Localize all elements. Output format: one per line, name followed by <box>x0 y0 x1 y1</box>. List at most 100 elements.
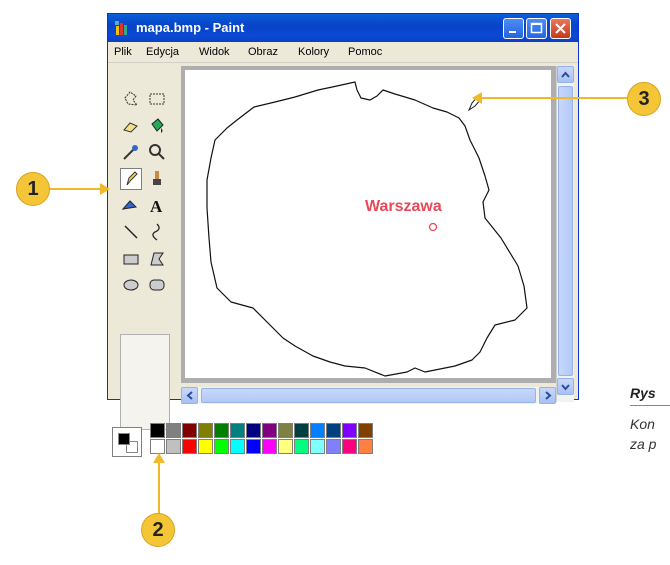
tool-options-box[interactable] <box>120 334 170 430</box>
menu-edycja[interactable]: Edycja <box>146 46 179 58</box>
magnifier-icon <box>149 144 165 160</box>
city-label-warszawa: Warszawa <box>365 198 442 215</box>
palette-swatch[interactable] <box>182 423 197 438</box>
palette-swatch[interactable] <box>166 423 181 438</box>
svg-text:A: A <box>150 197 163 216</box>
menu-pomoc[interactable]: Pomoc <box>348 46 382 58</box>
close-button[interactable] <box>550 18 571 39</box>
palette-swatch[interactable] <box>342 423 357 438</box>
caption-line-1: Kon <box>630 416 655 432</box>
maximize-button[interactable] <box>526 18 547 39</box>
palette-swatch[interactable] <box>198 439 213 454</box>
palette-swatch[interactable] <box>230 439 245 454</box>
free-select-icon <box>124 91 139 106</box>
tool-text[interactable]: A <box>146 195 168 217</box>
palette-swatch[interactable] <box>326 439 341 454</box>
tool-free-select[interactable] <box>120 88 142 110</box>
horizontal-scrollbar[interactable] <box>181 387 556 404</box>
palette-swatch[interactable] <box>166 439 181 454</box>
tool-eraser[interactable] <box>120 115 142 137</box>
color-picker-icon <box>123 145 138 160</box>
tool-color-picker[interactable] <box>120 141 142 163</box>
chevron-right-icon <box>545 391 552 400</box>
chevron-left-icon <box>186 391 193 400</box>
rect-select-icon <box>149 93 165 105</box>
tool-pencil[interactable] <box>120 168 142 190</box>
palette-swatch[interactable] <box>214 423 229 438</box>
toolbox: A <box>112 66 176 430</box>
minimize-icon <box>509 31 516 33</box>
airbrush-icon <box>121 200 138 210</box>
chevron-down-icon <box>561 384 570 391</box>
vertical-scroll-thumb[interactable] <box>558 86 573 376</box>
menu-obraz[interactable]: Obraz <box>248 46 278 58</box>
tool-ellipse[interactable] <box>120 274 142 296</box>
palette-swatch[interactable] <box>278 439 293 454</box>
maximize-icon <box>530 22 543 34</box>
rounded-rectangle-icon <box>149 279 165 291</box>
tool-curve[interactable] <box>146 221 168 243</box>
palette-swatch[interactable] <box>342 439 357 454</box>
caption-divider <box>630 405 670 406</box>
paint-window: mapa.bmp - Paint Plik Edycja Widok Obraz… <box>107 13 579 457</box>
callout-2: 2 <box>141 513 175 547</box>
brush-icon <box>153 171 161 185</box>
palette-swatch[interactable] <box>150 439 165 454</box>
palette-swatch[interactable] <box>246 439 261 454</box>
caption-title: Rys <box>630 385 656 401</box>
menu-widok[interactable]: Widok <box>199 46 230 58</box>
palette-swatch[interactable] <box>150 423 165 438</box>
tool-rounded-rectangle[interactable] <box>146 274 168 296</box>
title-bar[interactable]: mapa.bmp - Paint <box>108 14 578 42</box>
window-title: mapa.bmp - Paint <box>136 20 245 35</box>
tool-polygon[interactable] <box>146 248 168 270</box>
curve-icon <box>152 223 160 241</box>
tool-line[interactable] <box>120 221 142 243</box>
tool-rect-select[interactable] <box>146 88 168 110</box>
scroll-down-button[interactable] <box>557 378 574 395</box>
horizontal-scroll-thumb[interactable] <box>201 388 536 403</box>
ellipse-icon <box>123 279 139 291</box>
tool-rectangle[interactable] <box>120 248 142 270</box>
tool-brush[interactable] <box>146 168 168 190</box>
palette-swatch[interactable] <box>294 439 309 454</box>
text-icon: A <box>150 197 163 216</box>
palette-swatch[interactable] <box>262 439 277 454</box>
scroll-up-button[interactable] <box>557 66 574 83</box>
scroll-left-button[interactable] <box>181 387 198 404</box>
caption-line-2: za p <box>630 436 657 452</box>
polygon-icon <box>150 252 164 266</box>
menu-kolory[interactable]: Kolory <box>298 46 329 58</box>
palette-swatch[interactable] <box>310 439 325 454</box>
arrow-up-icon <box>153 453 165 463</box>
palette-swatch[interactable] <box>214 439 229 454</box>
close-icon <box>555 23 566 34</box>
palette-swatch[interactable] <box>326 423 341 438</box>
menu-plik[interactable]: Plik <box>114 46 132 58</box>
palette-swatch[interactable] <box>278 423 293 438</box>
current-colors[interactable] <box>112 427 142 457</box>
minimize-button[interactable] <box>503 18 524 39</box>
tool-airbrush[interactable] <box>120 195 142 217</box>
foreground-color[interactable] <box>118 433 130 445</box>
palette-swatch[interactable] <box>294 423 309 438</box>
fill-bucket-icon <box>151 118 164 133</box>
menu-bar: Plik Edycja Widok Obraz Kolory Pomoc <box>108 42 578 63</box>
palette-swatch[interactable] <box>358 439 373 454</box>
palette-swatch[interactable] <box>182 439 197 454</box>
chevron-up-icon <box>561 71 570 78</box>
palette-swatch[interactable] <box>262 423 277 438</box>
palette-swatch[interactable] <box>230 423 245 438</box>
vertical-scrollbar[interactable] <box>556 66 574 402</box>
callout-1: 1 <box>16 172 50 206</box>
tool-magnifier[interactable] <box>146 141 168 163</box>
drawing-canvas[interactable]: Warszawa <box>185 70 551 378</box>
palette-swatch[interactable] <box>198 423 213 438</box>
tool-fill[interactable] <box>146 115 168 137</box>
palette-swatch[interactable] <box>358 423 373 438</box>
scroll-right-button[interactable] <box>539 387 556 404</box>
palette-swatch[interactable] <box>246 423 261 438</box>
palette-swatch[interactable] <box>310 423 325 438</box>
poland-map-outline <box>206 81 528 377</box>
arrow-right-icon <box>100 183 110 195</box>
